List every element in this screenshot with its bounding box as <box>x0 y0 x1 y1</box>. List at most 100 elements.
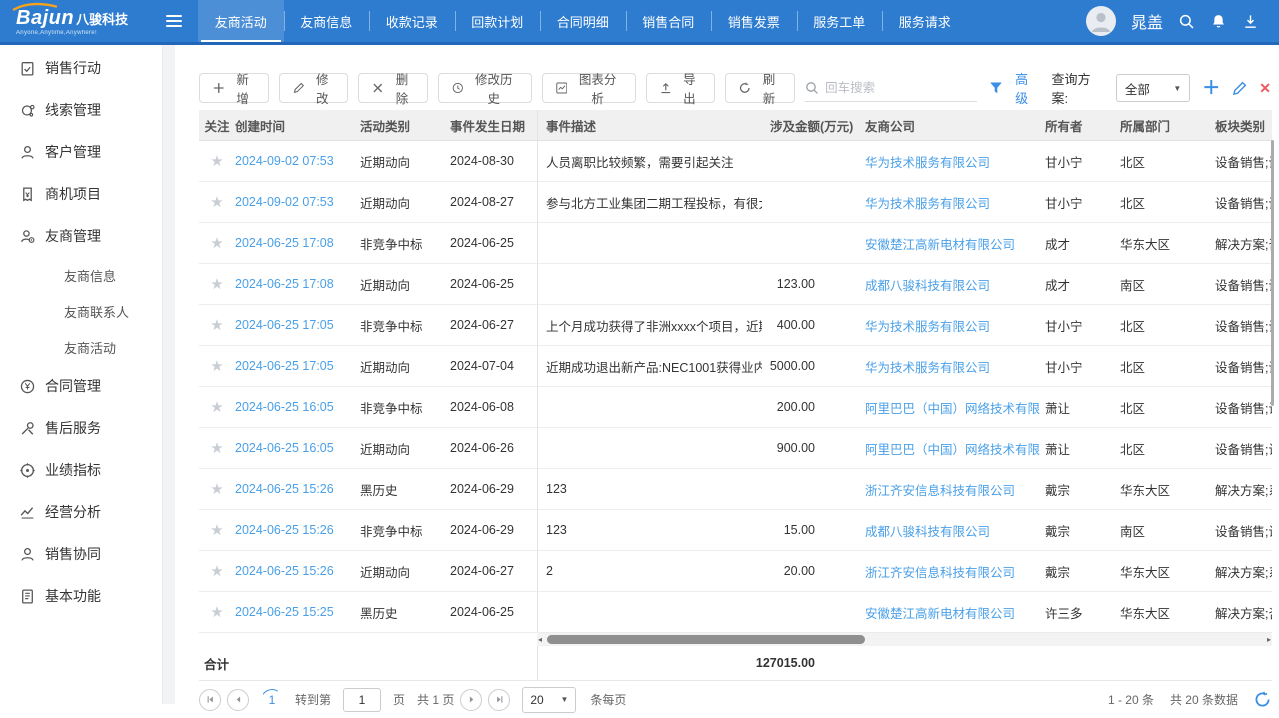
table-row: ★2024-06-25 15:26近期动向2024-06-27220.00浙江齐… <box>199 551 1272 592</box>
page-size-select[interactable]: 20 ▼ <box>522 687 576 713</box>
topnav-tab[interactable]: 合同明细 <box>540 0 626 42</box>
add-scheme-icon[interactable]: ＋ <box>1202 79 1220 97</box>
download-icon[interactable] <box>1242 13 1259 30</box>
page-number-input[interactable] <box>343 688 381 712</box>
filter-icon[interactable] <box>989 81 1003 95</box>
created-time-link[interactable]: 2024-06-25 15:25 <box>235 605 334 619</box>
created-time-link[interactable]: 2024-06-25 17:05 <box>235 318 334 332</box>
favorite-star-icon[interactable]: ★ <box>210 439 223 457</box>
topnav-tab[interactable]: 友商活动 <box>198 0 284 42</box>
user-name[interactable]: 晁盖 <box>1131 9 1163 33</box>
scroll-left-icon[interactable]: ◂ <box>538 633 542 646</box>
cell-owner: 许三多 <box>1040 592 1115 632</box>
company-link[interactable]: 浙江齐安信息科技有限公司 <box>865 562 1015 581</box>
favorite-star-icon[interactable]: ★ <box>210 275 223 293</box>
company-link[interactable]: 华为技术服务有限公司 <box>865 152 990 171</box>
horizontal-scrollbar-thumb[interactable] <box>547 635 865 644</box>
favorite-star-icon[interactable]: ★ <box>210 562 223 580</box>
toolbar-button[interactable]: 导出 <box>646 73 716 103</box>
sidebar-item-label: 基本功能 <box>45 586 101 606</box>
edit-scheme-icon[interactable] <box>1232 81 1247 96</box>
topnav-tab[interactable]: 销售合同 <box>626 0 712 42</box>
sidebar-item[interactable]: 经营分析 <box>0 491 162 533</box>
favorite-star-icon[interactable]: ★ <box>210 480 223 498</box>
company-link[interactable]: 成都八骏科技有限公司 <box>865 275 990 294</box>
toolbar-button-label: 修改历史 <box>470 69 518 107</box>
toolbar-button[interactable]: 删除 <box>358 73 428 103</box>
toolbar-button[interactable]: 刷新 <box>725 73 795 103</box>
created-time-link[interactable]: 2024-06-25 15:26 <box>235 482 334 496</box>
favorite-star-icon[interactable]: ★ <box>210 234 223 252</box>
company-link[interactable]: 安徽楚江高新电材有限公司 <box>865 603 1015 622</box>
favorite-star-icon[interactable]: ★ <box>210 357 223 375</box>
advanced-search-link[interactable]: 高级 <box>1015 69 1039 107</box>
toolbar-button[interactable]: 修改 <box>279 73 349 103</box>
next-page-button[interactable] <box>460 689 482 711</box>
created-time-link[interactable]: 2024-06-25 16:05 <box>235 441 334 455</box>
vertical-scrollbar[interactable] <box>1271 140 1274 406</box>
created-time-link[interactable]: 2024-06-25 17:08 <box>235 236 334 250</box>
avatar[interactable] <box>1086 6 1116 36</box>
company-link[interactable]: 安徽楚江高新电材有限公司 <box>865 234 1015 253</box>
sidebar-subitem[interactable]: 友商活动 <box>0 329 162 365</box>
favorite-star-icon[interactable]: ★ <box>210 603 223 621</box>
favorite-star-icon[interactable]: ★ <box>210 521 223 539</box>
company-link[interactable]: 华为技术服务有限公司 <box>865 357 990 376</box>
scroll-right-icon[interactable]: ▸ <box>1267 633 1271 646</box>
topnav-tab[interactable]: 收款记录 <box>369 0 455 42</box>
sidebar-item[interactable]: 客户管理 <box>0 131 162 173</box>
horizontal-scrollbar[interactable]: ◂ ▸ <box>537 633 1272 646</box>
created-time-link[interactable]: 2024-06-25 15:26 <box>235 564 334 578</box>
topnav-tab[interactable]: 销售发票 <box>711 0 797 42</box>
delete-scheme-icon[interactable]: ✕ <box>1259 81 1271 95</box>
created-time-link[interactable]: 2024-06-25 15:26 <box>235 523 334 537</box>
sidebar-item[interactable]: 基本功能 <box>0 575 162 617</box>
sidebar-item[interactable]: 销售协同 <box>0 533 162 575</box>
cell-segment: 设备销售;设备 <box>1210 346 1272 386</box>
created-time-link[interactable]: 2024-06-25 17:05 <box>235 359 334 373</box>
last-page-button[interactable] <box>488 689 510 711</box>
sidebar-item[interactable]: 销售行动 <box>0 47 162 89</box>
toolbar-button[interactable]: 修改历史 <box>438 73 532 103</box>
sidebar-item[interactable]: 商机项目 <box>0 173 162 215</box>
search-icon[interactable] <box>1178 13 1195 30</box>
topnav-tab[interactable]: 服务工单 <box>797 0 883 42</box>
sidebar-item[interactable]: 业绩指标 <box>0 449 162 491</box>
company-link[interactable]: 华为技术服务有限公司 <box>865 193 990 212</box>
search-input[interactable] <box>825 81 977 95</box>
created-time-link[interactable]: 2024-09-02 07:53 <box>235 195 334 209</box>
toolbar-button[interactable]: 新增 <box>199 73 269 103</box>
topnav-tab[interactable]: 服务请求 <box>882 0 968 42</box>
company-link[interactable]: 华为技术服务有限公司 <box>865 316 990 335</box>
sidebar-item[interactable]: 合同管理 <box>0 365 162 407</box>
company-link[interactable]: 浙江齐安信息科技有限公司 <box>865 480 1015 499</box>
topnav-tab[interactable]: 友商信息 <box>284 0 370 42</box>
cell-favorite: ★ <box>199 182 235 222</box>
query-scheme-select[interactable]: 全部 ▼ <box>1116 74 1190 102</box>
created-time-link[interactable]: 2024-06-25 16:05 <box>235 400 334 414</box>
toolbar-button[interactable]: 图表分析 <box>542 73 636 103</box>
service-icon <box>19 420 36 437</box>
created-time-link[interactable]: 2024-06-25 17:08 <box>235 277 334 291</box>
company-link[interactable]: 阿里巴巴（中国）网络技术有限... <box>865 398 1040 417</box>
sidebar-subitem[interactable]: 友商联系人 <box>0 293 162 329</box>
created-time-link[interactable]: 2024-09-02 07:53 <box>235 154 334 168</box>
sidebar-item[interactable]: 友商管理 <box>0 215 162 257</box>
sidebar-item[interactable]: 线索管理 <box>0 89 162 131</box>
menu-icon[interactable] <box>150 0 198 42</box>
sidebar-subitem[interactable]: 友商信息 <box>0 257 162 293</box>
current-page[interactable]: 1 <box>261 689 283 711</box>
sidebar-scroll-gutter[interactable] <box>163 45 175 704</box>
prev-page-button[interactable] <box>227 689 249 711</box>
refresh-icon[interactable] <box>1254 691 1271 708</box>
company-link[interactable]: 成都八骏科技有限公司 <box>865 521 990 540</box>
favorite-star-icon[interactable]: ★ <box>210 398 223 416</box>
first-page-button[interactable] <box>199 689 221 711</box>
favorite-star-icon[interactable]: ★ <box>210 193 223 211</box>
bell-icon[interactable] <box>1210 13 1227 30</box>
favorite-star-icon[interactable]: ★ <box>210 152 223 170</box>
topnav-tab[interactable]: 回款计划 <box>455 0 541 42</box>
favorite-star-icon[interactable]: ★ <box>210 316 223 334</box>
sidebar-item[interactable]: 售后服务 <box>0 407 162 449</box>
company-link[interactable]: 阿里巴巴（中国）网络技术有限... <box>865 439 1040 458</box>
